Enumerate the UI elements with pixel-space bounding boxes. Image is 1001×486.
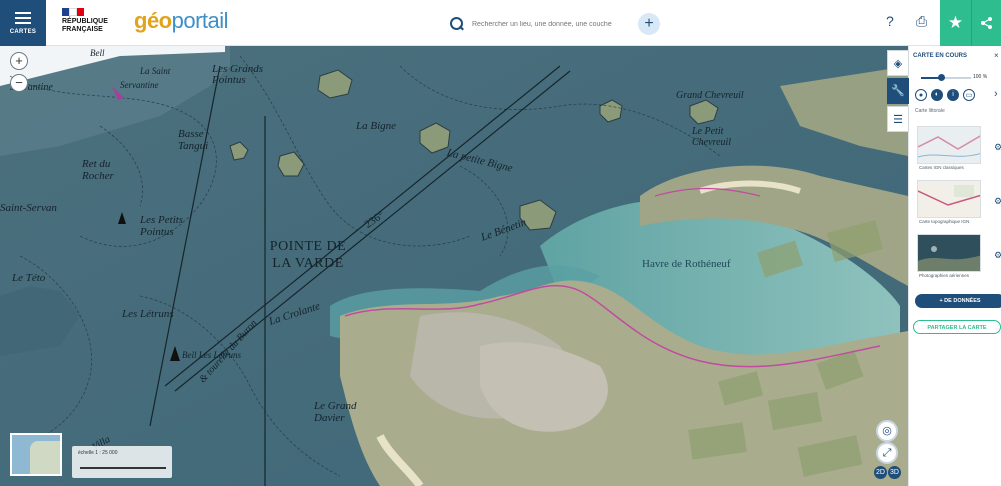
tools-tab[interactable]: 🔧 xyxy=(887,78,909,104)
star-icon: ★ xyxy=(947,13,964,32)
close-icon[interactable]: × xyxy=(994,51,999,60)
chevron-right-icon[interactable]: › xyxy=(994,88,998,100)
menu-button[interactable]: CARTES xyxy=(0,0,46,46)
logo-prefix: géo xyxy=(134,8,172,33)
location-icon[interactable]: ◎ xyxy=(876,420,898,442)
opacity-knob[interactable] xyxy=(938,74,945,81)
layers-tab[interactable]: ◈ xyxy=(887,50,909,76)
scale-line xyxy=(80,467,166,469)
info-icon[interactable]: i xyxy=(947,89,959,101)
more-data-button[interactable]: + DE DONNÉES xyxy=(915,294,1001,308)
3d-view-icon[interactable]: 3D xyxy=(888,466,901,479)
current-map-panel: ◈ 🔧 ☰ CARTE EN COURS × 100 % ● ◐ i ▭ › C… xyxy=(887,46,1001,486)
eye-icon[interactable]: ● xyxy=(915,89,927,101)
french-flag-icon xyxy=(62,8,85,16)
layer-toolbar: ● ◐ i ▭ xyxy=(915,88,997,102)
layer-caption-ign: Cartes IGN classiques xyxy=(919,165,964,170)
zoom-in-button[interactable]: + xyxy=(10,52,28,70)
layer-thumb-photo[interactable] xyxy=(917,234,981,272)
gear-icon[interactable]: ⚙ xyxy=(994,250,1001,261)
map-canvas[interactable]: Bell La Saint Servantine Servantine Les … xyxy=(0,46,908,486)
trash-icon[interactable]: ▭ xyxy=(963,89,975,101)
map-background xyxy=(0,46,908,486)
help-icon[interactable]: ? xyxy=(886,13,894,29)
share-button[interactable] xyxy=(971,0,1001,46)
print-icon[interactable]: ⎙ xyxy=(916,13,927,30)
geoportail-app: CARTES RÉPUBLIQUE FRANÇAISE géoportail +… xyxy=(0,0,1001,486)
republic-line2: FRANÇAISE xyxy=(62,26,103,33)
opacity-value: 100 % xyxy=(973,74,988,80)
layer-caption-photo: Photographies aériennes xyxy=(919,273,970,278)
palette-icon[interactable]: ◐ xyxy=(931,89,943,101)
search-bar: + xyxy=(450,12,662,36)
hamburger-icon xyxy=(15,11,31,24)
gear-icon[interactable]: ⚙ xyxy=(994,142,1001,153)
search-input[interactable] xyxy=(472,20,632,28)
favorite-star-button[interactable]: ★ xyxy=(940,0,971,46)
layer-thumb-topo[interactable] xyxy=(917,180,981,218)
gear-icon[interactable]: ⚙ xyxy=(994,196,1001,207)
logo-suffix: portail xyxy=(171,8,229,33)
top-bar: CARTES RÉPUBLIQUE FRANÇAISE géoportail +… xyxy=(0,0,1001,46)
current-layer-name: Carte littorale xyxy=(915,108,945,114)
republique-francaise-logo[interactable]: RÉPUBLIQUE FRANÇAISE xyxy=(62,8,122,34)
legend-tab[interactable]: ☰ xyxy=(887,106,909,132)
scale-bar: échelle 1 : 25 000 xyxy=(72,446,172,478)
panel-title: CARTE EN COURS xyxy=(913,53,968,59)
menu-label: CARTES xyxy=(9,28,37,35)
layer-thumb-ign[interactable] xyxy=(917,126,981,164)
search-icon[interactable] xyxy=(450,17,464,31)
scale-text: échelle 1 : 25 000 xyxy=(78,450,118,456)
2d-view-icon[interactable]: 2D xyxy=(874,466,887,479)
republic-line1: RÉPUBLIQUE xyxy=(62,18,108,25)
minimap-land xyxy=(30,441,60,474)
opacity-slider[interactable]: 100 % xyxy=(915,73,993,82)
zoom-out-button[interactable]: − xyxy=(10,74,28,92)
share-map-button[interactable]: PARTAGER LA CARTE xyxy=(913,320,1001,334)
overview-minimap[interactable] xyxy=(10,433,62,476)
panel-tab-strip: ◈ 🔧 ☰ xyxy=(887,50,909,134)
fullscreen-icon[interactable]: ⤢ xyxy=(876,442,898,464)
advanced-search-button[interactable]: + xyxy=(638,13,660,35)
share-icon xyxy=(980,17,992,29)
layer-caption-topo: Carte topographique IGN xyxy=(919,219,970,224)
geoportail-logo[interactable]: géoportail xyxy=(134,8,229,34)
